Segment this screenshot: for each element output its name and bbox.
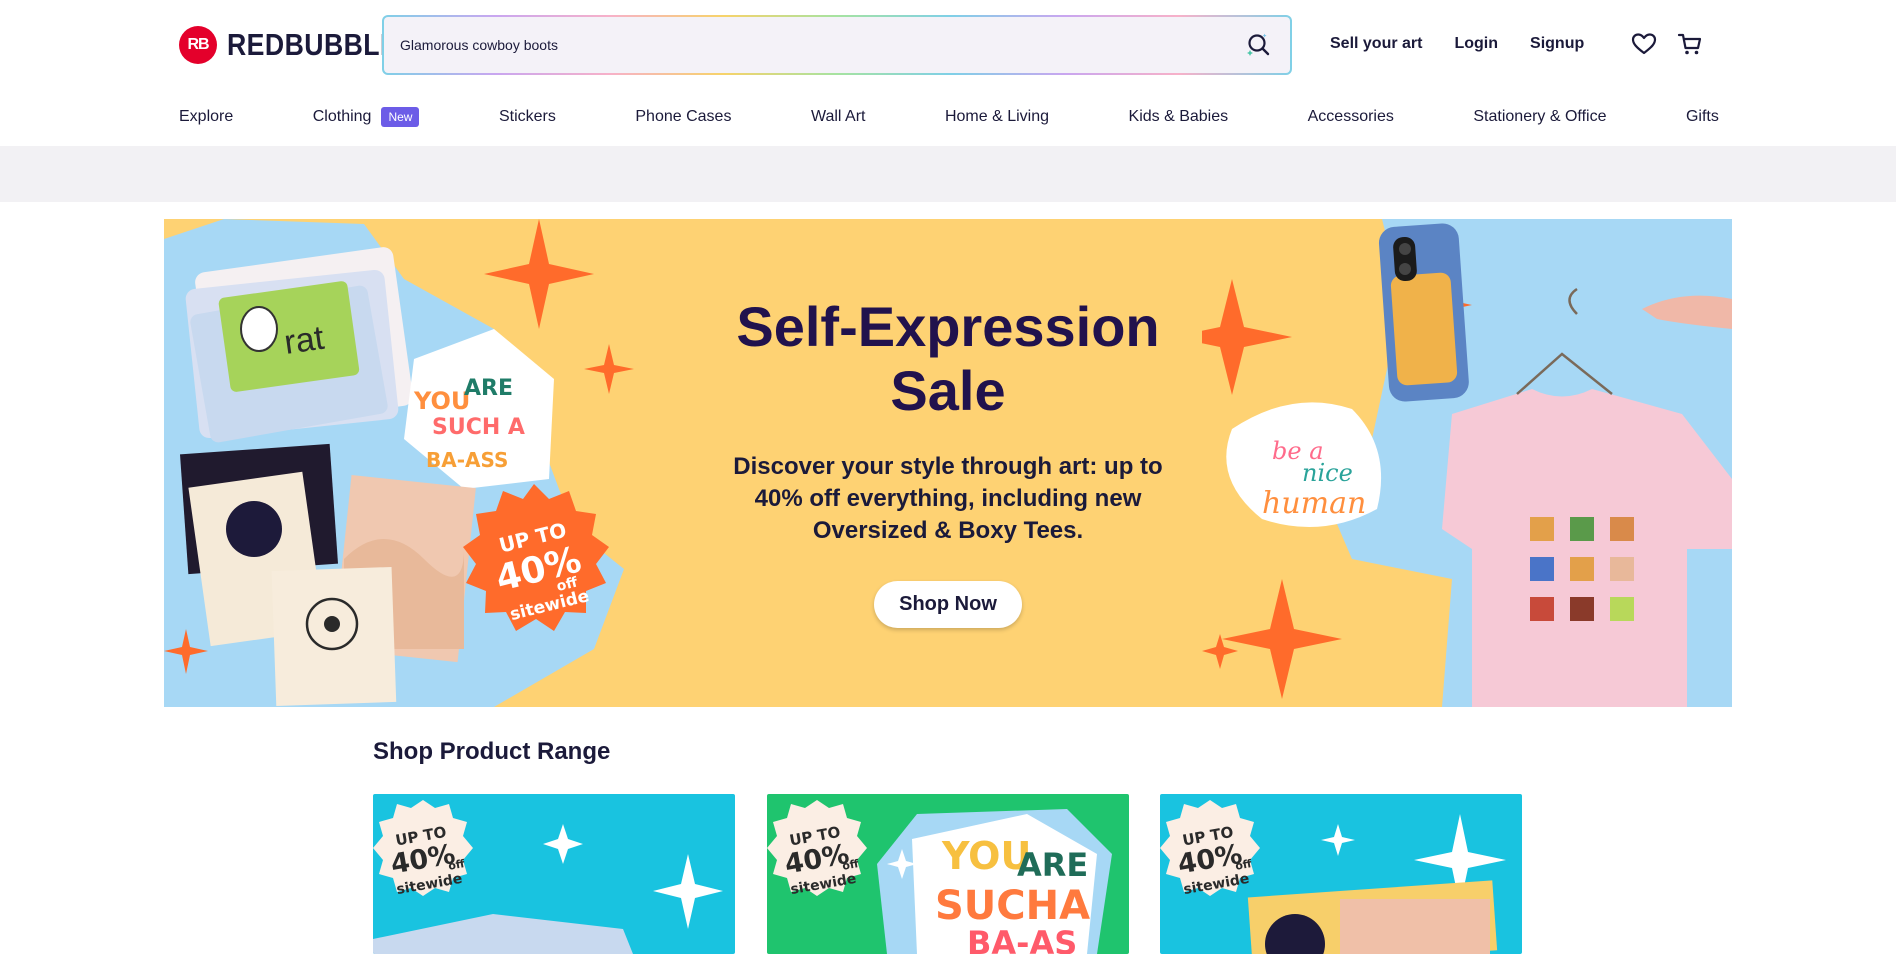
nav-stationery-office[interactable]: Stationery & Office (1473, 108, 1606, 126)
product-card[interactable]: UP TO 40% off sitewide (1160, 794, 1522, 954)
signup-link[interactable]: Signup (1530, 35, 1584, 53)
nav-label: Stationery & Office (1473, 108, 1607, 125)
cart-icon[interactable] (1676, 30, 1704, 58)
sticker-baas: BA-AS (967, 924, 1077, 954)
nav-label: Clothing (312, 108, 372, 125)
nav-label: Gifts (1685, 108, 1719, 125)
be-a-nice-human-sticker: be a nice human (1226, 402, 1382, 527)
search-bar (382, 15, 1292, 75)
site-header: RB REDBUBBLE Sell your art Login Signup (0, 0, 1896, 88)
hero-title: Self-Expression Sale (736, 295, 1160, 422)
phone-case (1378, 223, 1469, 402)
header-actions: Sell your art Login Signup (1330, 30, 1704, 58)
login-link[interactable]: Login (1454, 35, 1498, 53)
nav-label: Wall Art (810, 108, 866, 125)
sticker-are: ARE (1017, 846, 1088, 884)
sticker-are: ARE (464, 376, 513, 401)
sale-badge: UP TO 40% off sitewide (767, 800, 867, 898)
product-card[interactable]: UP TO 40% off sitewide (373, 794, 735, 954)
sparkle-icon (543, 824, 583, 864)
nav-label: Accessories (1307, 108, 1394, 125)
sale-badge: UP TO 40% off sitewide (373, 800, 473, 898)
sparkle-icon (584, 344, 634, 394)
sparkle-icon (1222, 579, 1342, 699)
nav-wall-art[interactable]: Wall Art (811, 108, 866, 126)
nav-label: Stickers (498, 108, 556, 125)
sell-your-art-link[interactable]: Sell your art (1330, 35, 1422, 53)
hero-right-collage: be a nice human (1202, 219, 1732, 707)
hero-subtitle: Discover your style through art: up to 4… (733, 453, 1163, 544)
nav-accessories[interactable]: Accessories (1308, 108, 1394, 126)
rat-sticker-text: rat (282, 319, 327, 362)
hero-left-collage: rat YOU ARE SUCH A BA-ASS UP TO 40% off … (164, 219, 634, 707)
shop-now-button[interactable]: Shop Now (874, 581, 1022, 628)
nav-explore[interactable]: Explore (179, 108, 233, 126)
nav-stickers[interactable]: Stickers (499, 108, 556, 126)
search-field-wrapper (384, 17, 1290, 73)
nav-label: Explore (179, 108, 234, 125)
sale-badge: UP TO 40% off sitewide (1160, 800, 1260, 898)
sticker-sucha: SUCHA (935, 883, 1090, 929)
nav-gifts[interactable]: Gifts (1686, 108, 1719, 126)
search-icon[interactable] (1242, 28, 1276, 62)
logo-mark: RB (179, 26, 217, 64)
sparkle-icon (1321, 824, 1355, 856)
sparkle-icon (653, 854, 723, 929)
new-badge: New (381, 107, 420, 127)
heart-icon[interactable] (1630, 30, 1658, 58)
nav-home-living[interactable]: Home & Living (945, 108, 1049, 126)
promo-strip (0, 146, 1896, 202)
sparkle-icon (1202, 279, 1292, 395)
hero-text-block: Self-Expression Sale Discover your style… (724, 295, 1172, 628)
card-art: UP TO 40% off sitewide (373, 800, 723, 954)
logo-text: REDBUBBLE (227, 27, 399, 62)
sparkle-icon (484, 219, 594, 329)
hero-banner[interactable]: rat YOU ARE SUCH A BA-ASS UP TO 40% off … (164, 219, 1732, 707)
nav-label: Kids & Babies (1128, 108, 1229, 125)
search-input[interactable] (400, 37, 1242, 53)
nav-clothing[interactable]: Clothing New (313, 107, 420, 127)
card-art: UP TO 40% off sitewide (1160, 800, 1506, 954)
nav-label: Phone Cases (635, 108, 732, 125)
product-range-title: Shop Product Range (373, 738, 611, 765)
category-nav: Explore Clothing New Stickers Phone Cases… (179, 96, 1719, 138)
sticker-baass: BA-ASS (426, 448, 508, 472)
sticker-nice: nice (1302, 459, 1353, 487)
nav-phone-cases[interactable]: Phone Cases (635, 108, 731, 126)
nav-kids-babies[interactable]: Kids & Babies (1129, 108, 1229, 126)
nav-label: Home & Living (944, 108, 1050, 125)
sticker-sucha: SUCH A (432, 415, 525, 440)
product-card[interactable]: YOU ARE SUCHA BA-AS UP TO 40% off sitewi… (767, 794, 1129, 954)
folded-shirts: rat (185, 247, 413, 443)
sticker-you: YOU (413, 387, 470, 415)
card-art: YOU ARE SUCHA BA-AS UP TO 40% off sitewi… (767, 800, 1112, 954)
sticker-human: human (1262, 486, 1366, 521)
